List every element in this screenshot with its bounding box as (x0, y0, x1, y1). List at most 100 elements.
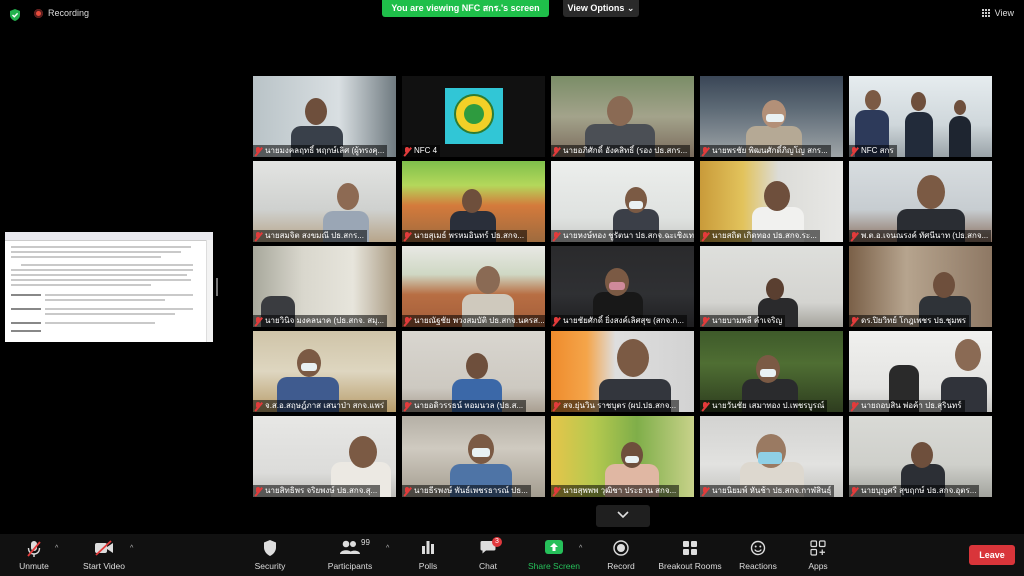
document-line (11, 330, 41, 332)
recording-label: Recording (48, 8, 90, 18)
participant-tile[interactable]: นายวันชัย เสมาทอง ป.เพชรบูรณ์ (700, 331, 843, 412)
participant-tile[interactable]: นายอภิศักดิ์ อังคสิทธิ์ (รอง ปธ.สกร... (551, 76, 694, 157)
unmute-button[interactable]: Unmute (12, 534, 56, 576)
participant-tile[interactable]: นายสิทธิพร จริยพงษ์ ปธ.สกจ.สุ... (253, 416, 396, 497)
polls-icon (422, 541, 434, 554)
mic-muted-icon (403, 231, 411, 241)
participant-tile-active-speaker[interactable]: NFC สกร (849, 76, 992, 157)
participant-tile[interactable]: สจ.ยุ่นวิน ราชบุตร (ผป.ปธ.สกจ... (551, 331, 694, 412)
participant-name-label: นายสุเมธ์ พรหมอินทร์ ปธ.สกจ... (402, 230, 528, 242)
participant-tile[interactable]: นายสุเมธ์ พรหมอินทร์ ปธ.สกจ... (402, 161, 545, 242)
participants-icon (340, 540, 360, 554)
security-shield-icon[interactable] (9, 9, 21, 21)
mic-muted-icon (850, 486, 858, 496)
mic-muted-icon (701, 316, 709, 326)
participant-name-label: นายสถิต เกิดทอง ปธ.สกจ.ระ... (700, 230, 820, 242)
collapse-gallery-button[interactable] (596, 505, 650, 527)
participant-tile[interactable]: ดร.ปิยวิทย์ โกฎเพชร ปธ.ชุมพร (849, 246, 992, 327)
participant-tile[interactable]: นายถอบสิน พ่อค้า ปธ.สุรินทร์ (849, 331, 992, 412)
chevron-down-icon: ⌄ (626, 3, 635, 13)
participant-name-label: นายสิทธิพร จริยพงษ์ ปธ.สกจ.สุ... (253, 485, 381, 497)
participant-tile[interactable]: นายบุญศรี สุขฤกษ์ ปธ.สกจ.อุตร... (849, 416, 992, 497)
apps-button[interactable]: Apps (800, 534, 836, 576)
participant-tile[interactable]: นายอดิวรรธน์ หอมนวล (ปธ.ส... (402, 331, 545, 412)
participant-name-label: นายนิยมพ์ หันช้า ปธ.สกจ.กาฬสินธุ์ (700, 485, 835, 497)
participant-tile[interactable]: นายชัยศักดิ์ ยิ่งสงค์เลิศสุข (สกจ.ก... (551, 246, 694, 327)
mic-muted-icon (850, 146, 858, 156)
participant-tile[interactable]: นายหงษ์ทอง ชูรัตนา ปธ.สกจ.ฉะเชิงเทรา (551, 161, 694, 242)
record-button[interactable]: Record (602, 534, 640, 576)
document-line (11, 246, 191, 248)
share-screen-button[interactable]: Share Screen (526, 534, 582, 576)
reactions-label: Reactions (739, 561, 777, 571)
participant-tile[interactable]: นายสถิต เกิดทอง ปธ.สกจ.ระ... (700, 161, 843, 242)
shared-screen-thumbnail[interactable] (5, 232, 213, 342)
breakout-rooms-button[interactable]: Breakout Rooms (656, 534, 724, 576)
participant-name-label: นายพรชัย พิฒนศักดิ์ภิญโญ สกร... (700, 145, 831, 157)
participant-tile[interactable]: นายวินิจ มงคลนาค (ปธ.สกจ. สมุ... (253, 246, 396, 327)
shield-icon (264, 540, 276, 556)
security-button[interactable]: Security (248, 534, 292, 576)
apps-label: Apps (808, 561, 828, 571)
split-divider-handle[interactable] (216, 278, 218, 296)
participants-options-caret-icon[interactable]: ^ (386, 545, 389, 552)
participant-tile[interactable]: NFC 4 (402, 76, 545, 157)
participant-name-label: นายสุพพพ วุฒิชา ประธาน สกจ... (551, 485, 680, 497)
view-button[interactable]: View (982, 8, 1014, 18)
document-line (11, 322, 41, 324)
participants-button[interactable]: 99 Participants (322, 534, 378, 576)
participant-name-label: นายธีรพงษ์ พันธ์เพชรธารณ์ ปธ... (402, 485, 531, 497)
audio-options-caret-icon[interactable]: ^ (55, 545, 58, 552)
share-options-caret-icon[interactable]: ^ (579, 545, 582, 552)
participant-tile[interactable]: นายสมจิต สงขมณี ปธ.สกร... (253, 161, 396, 242)
view-options-label: View Options (567, 3, 625, 13)
reactions-button[interactable]: Reactions (736, 534, 780, 576)
participant-tile[interactable]: จ.ส.อ.สฤษฎ์ภาส เสนาป่า สกจ.แพร่ (253, 331, 396, 412)
share-screen-label: Share Screen (528, 561, 580, 571)
mic-muted-icon (552, 316, 560, 326)
mic-muted-icon (552, 401, 560, 411)
chat-button[interactable]: 3 Chat (470, 534, 506, 576)
leave-button[interactable]: Leave (969, 545, 1015, 565)
start-video-button[interactable]: Start Video (78, 534, 130, 576)
document-line (45, 294, 193, 296)
participant-name-label: NFC 4 (402, 145, 441, 157)
start-video-label: Start Video (83, 561, 125, 571)
participant-name-label: นายอภิศักดิ์ อังคสิทธิ์ (รอง ปธ.สกร... (551, 145, 691, 157)
participant-tile[interactable]: นายธีรพงษ์ พันธ์เพชรธารณ์ ปธ... (402, 416, 545, 497)
mic-muted-icon (403, 316, 411, 326)
video-gallery: นายมงคลฤทธิ์ พฤกษ์เลิศ (ผู้ทรงคุ... NFC … (253, 76, 995, 498)
participant-tile[interactable]: นายบามพลี คำเจริญ (700, 246, 843, 327)
viewing-screen-banner: You are viewing NFC สกร.'s screen (382, 0, 549, 17)
mic-muted-icon (701, 486, 709, 496)
grid-view-icon (982, 9, 991, 18)
top-bar: Recording You are viewing NFC สกร.'s scr… (0, 0, 1024, 30)
participant-tile[interactable]: พ.ต.อ.เจนณรงค์ ทัศนีนาท (ปธ.สกจ... (849, 161, 992, 242)
recording-icon (34, 8, 43, 18)
polls-button[interactable]: Polls (410, 534, 446, 576)
mic-muted-icon (701, 146, 709, 156)
mic-muted-icon (254, 401, 262, 411)
polls-label: Polls (418, 561, 438, 571)
participant-name-label: ดร.ปิยวิทย์ โกฎเพชร ปธ.ชุมพร (849, 315, 970, 327)
mic-muted-icon (850, 401, 858, 411)
view-options-button[interactable]: View Options ⌄ (563, 0, 639, 17)
participant-tile[interactable]: นายนิยมพ์ หันช้า ปธ.สกจ.กาฬสินธุ์ (700, 416, 843, 497)
participant-tile[interactable]: นายสุพพพ วุฒิชา ประธาน สกจ... (551, 416, 694, 497)
mic-muted-icon (552, 231, 560, 241)
participant-tile[interactable]: นายพรชัย พิฒนศักดิ์ภิญโญ สกร... (700, 76, 843, 157)
participant-tile[interactable]: นายมงคลฤทธิ์ พฤกษ์เลิศ (ผู้ทรงคุ... (253, 76, 396, 157)
document-line (11, 308, 41, 310)
document-line (45, 313, 175, 315)
participant-tile[interactable]: นายณัฐชัย พวงสมบัติ ปธ.สกจ.นครส... (402, 246, 545, 327)
document-line (11, 251, 181, 253)
apps-icon (810, 540, 826, 556)
recording-indicator[interactable]: Recording (34, 8, 89, 18)
video-options-caret-icon[interactable]: ^ (130, 545, 133, 552)
document-line (45, 308, 193, 310)
participant-name-label: NFC สกร (849, 145, 897, 157)
nfc-logo-image (445, 88, 503, 144)
document-line (11, 279, 191, 281)
breakout-rooms-label: Breakout Rooms (658, 561, 722, 571)
mic-muted-icon (850, 231, 858, 241)
